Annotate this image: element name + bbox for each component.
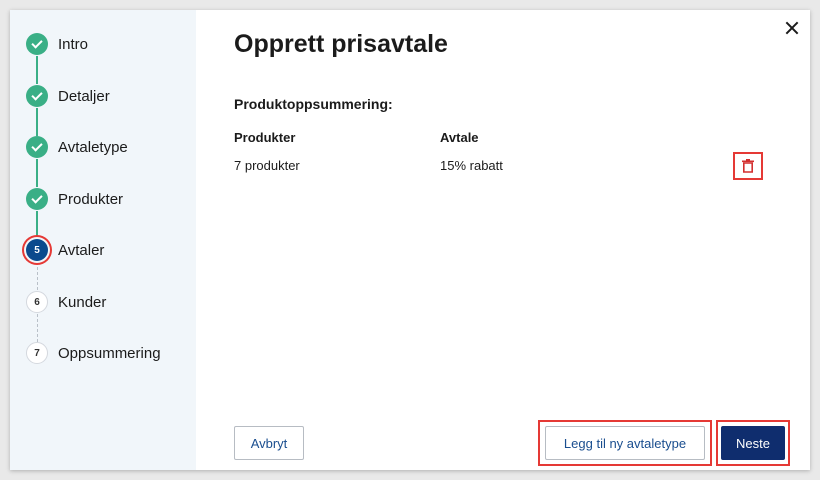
step-label: Avtaletype [58,138,128,156]
column-header-products: Produkter [234,130,296,145]
check-icon [26,188,48,210]
wizard-stepper: Intro Detaljer Avtaletype Produkter 5 Av… [10,10,196,470]
step-detaljer[interactable]: Detaljer [26,84,110,108]
page-title: Opprett prisavtale [234,30,448,58]
step-label: Avtaler [58,241,105,259]
step-oppsummering[interactable]: 7 Oppsummering [26,341,161,365]
close-icon[interactable] [782,18,802,38]
step-connector [37,314,38,342]
step-number-badge: 5 [26,239,48,261]
step-connector [37,262,38,290]
step-connector [36,108,38,136]
products-cell: 7 produkter [234,158,300,173]
step-intro[interactable]: Intro [26,32,88,56]
step-avtaler[interactable]: 5 Avtaler [26,238,104,262]
column-header-agreement: Avtale [440,130,479,145]
add-agreement-type-highlight: Legg til ny avtaletype [538,420,712,466]
next-button-highlight: Neste [716,420,790,466]
step-number-badge: 7 [26,342,48,364]
step-label: Detaljer [58,87,110,105]
step-label: Oppsummering [58,344,161,362]
step-connector [36,211,38,239]
check-icon [26,33,48,55]
step-kunder[interactable]: 6 Kunder [26,290,106,314]
section-title: Produktoppsummering: [234,96,393,112]
next-button[interactable]: Neste [721,426,785,460]
step-connector [36,159,38,187]
create-price-agreement-dialog: Intro Detaljer Avtaletype Produkter 5 Av… [10,10,810,470]
step-number-badge: 6 [26,291,48,313]
delete-row-button[interactable] [733,152,763,180]
agreement-cell: 15% rabatt [440,158,503,173]
step-connector [36,56,38,84]
cancel-button[interactable]: Avbryt [234,426,304,460]
step-label: Intro [58,35,89,53]
trash-icon [742,159,754,173]
check-icon [26,136,48,158]
add-agreement-type-button[interactable]: Legg til ny avtaletype [545,426,705,460]
dialog-content: Opprett prisavtale Produktoppsummering: … [196,10,810,470]
step-label: Kunder [58,293,107,311]
check-icon [26,85,48,107]
step-produkter[interactable]: Produkter [26,187,123,211]
step-label: Produkter [58,190,124,208]
step-avtaletype[interactable]: Avtaletype [26,135,128,159]
